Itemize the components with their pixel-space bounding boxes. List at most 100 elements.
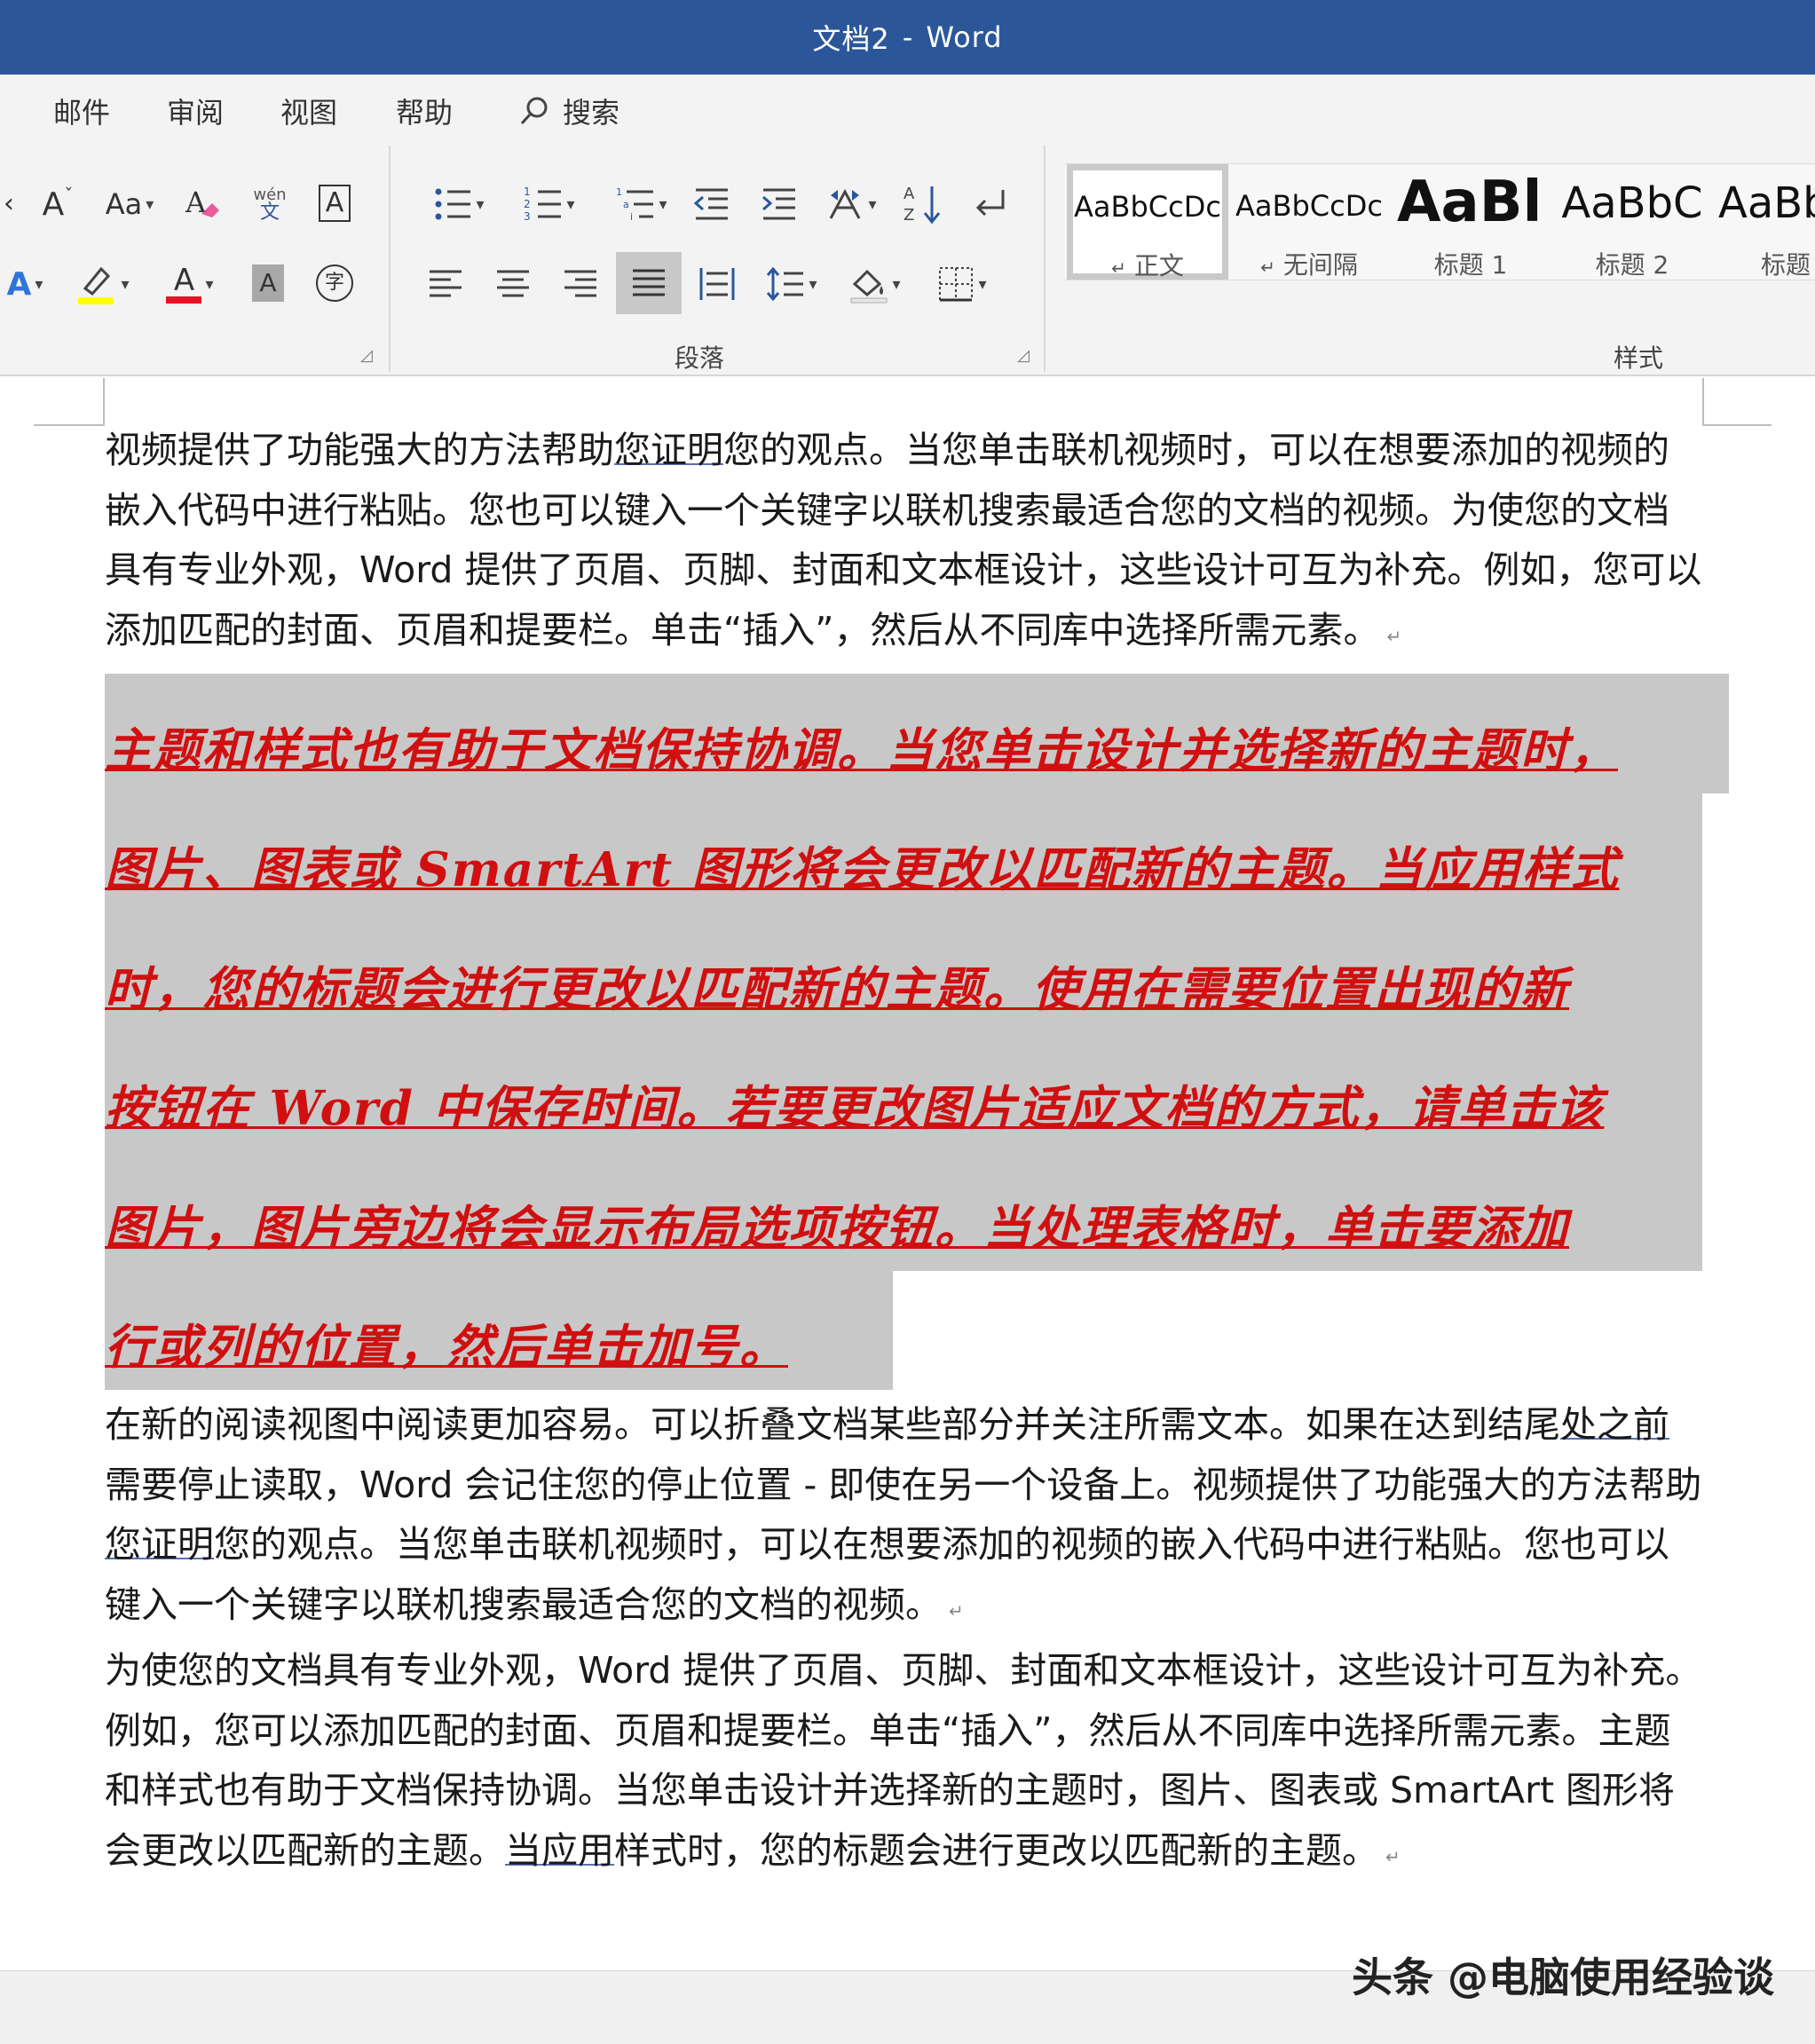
clear-formatting-icon: A [185, 185, 219, 219]
document-area[interactable]: 视频提供了功能强大的方法帮助您证明您的观点。当您单击联机视频时，可以在想要添加的… [0, 376, 1815, 1970]
document-name: 文档2 [812, 22, 890, 56]
style-label: ↵ 正文 [1111, 251, 1184, 280]
search-box[interactable]: 搜索 [518, 91, 619, 131]
bullets-button[interactable]: ▾ [421, 178, 497, 231]
tab-help[interactable]: 帮助 [396, 91, 453, 131]
borders-icon [939, 267, 974, 302]
paragraph-4[interactable]: 为使您的文档具有专业外观，Word 提供了页眉、页脚、封面和文本框设计，这些设计… [105, 1641, 1702, 1887]
app-name: Word [926, 20, 1003, 54]
chevron-down-icon: ▾ [892, 274, 901, 294]
svg-text:3: 3 [524, 210, 531, 223]
align-center-button[interactable] [488, 257, 538, 311]
style-preview: AaBbCcDc [1235, 189, 1383, 223]
paragraph-1[interactable]: 视频提供了功能强大的方法帮助您证明您的观点。当您单击联机视频时，可以在想要添加的… [105, 421, 1702, 667]
phonetic-guide-button[interactable]: wén 文 [245, 178, 295, 231]
character-border-icon: A [318, 185, 351, 222]
justify-button[interactable] [616, 252, 682, 314]
style-preview: AaBbCcDc [1074, 190, 1221, 224]
character-border-button[interactable]: A [312, 181, 357, 225]
line-spacing-button[interactable]: ▾ [756, 257, 827, 311]
align-left-button[interactable] [421, 257, 470, 311]
paragraph-mark-icon [975, 190, 1005, 217]
increase-indent-icon [762, 188, 795, 220]
ribbon-tabs: 邮件 审阅 视图 帮助 搜索 [0, 75, 1815, 146]
sort-icon: AZ [904, 185, 941, 225]
align-right-button[interactable] [556, 257, 605, 311]
chevron-down-icon: ▾ [868, 194, 877, 214]
title-separator: - [902, 20, 914, 54]
align-center-icon [497, 270, 529, 297]
selected-line: 时，您的标题会进行更改以匹配新的主题。使用在需要位置出现的新 [105, 912, 1702, 1032]
decrease-indent-button[interactable] [685, 178, 738, 231]
chevron-down-icon: ▾ [205, 274, 214, 294]
character-shading-icon: A [252, 264, 284, 302]
text-effects-button[interactable]: A ▾ [0, 259, 50, 309]
style-normal[interactable]: AaBbCcDc ↵ 正文 [1067, 164, 1228, 280]
style-label: 标题 1 [1433, 250, 1508, 280]
grow-font-icon: A [42, 185, 65, 223]
selected-line: 图片、图表或 SmartArt 图形将会更改以匹配新的主题。当应用样式 [105, 793, 1702, 912]
paragraph-dialog-launcher-icon[interactable]: ◿ [1017, 346, 1030, 365]
paint-bucket-icon [850, 269, 888, 304]
tab-review[interactable]: 审阅 [167, 91, 224, 131]
highlighter-icon [78, 266, 114, 304]
selected-paragraph[interactable]: 主题和样式也有助于文档保持协调。当您单击设计并选择新的主题时， 图片、图表或 S… [105, 674, 1729, 1390]
tab-mailings[interactable]: 邮件 [53, 91, 110, 131]
style-heading-2[interactable]: AaBbC 标题 2 [1551, 164, 1713, 280]
style-title[interactable]: AaBb 标题 [1713, 164, 1815, 280]
font-dialog-launcher-icon[interactable]: ◿ [360, 346, 373, 365]
chevron-down-icon: ▾ [121, 274, 130, 294]
style-no-spacing[interactable]: AaBbCcDc ↵ 无间隔 [1228, 164, 1390, 280]
multilevel-list-icon: 1ai [616, 186, 654, 223]
multilevel-list-button[interactable]: 1ai ▾ [604, 178, 680, 231]
character-shading-button[interactable]: A [250, 261, 286, 305]
grow-font-button[interactable]: Aˇ [37, 179, 78, 229]
search-icon [520, 97, 548, 125]
enclose-characters-icon: 字 [316, 264, 353, 302]
svg-text:i: i [630, 211, 633, 223]
increase-indent-button[interactable] [753, 178, 806, 231]
svg-text:a: a [623, 199, 629, 210]
sort-button[interactable]: AZ [898, 178, 948, 231]
document-page[interactable]: 视频提供了功能强大的方法帮助您证明您的观点。当您单击联机视频时，可以在想要添加的… [105, 421, 1729, 1887]
style-heading-1[interactable]: AaBl 标题 1 [1390, 164, 1551, 280]
crop-mark-left [34, 378, 105, 426]
styles-group-label: 样式 [1614, 343, 1664, 373]
numbering-button[interactable]: 123 ▾ [511, 178, 588, 231]
clear-formatting-button[interactable]: A [178, 179, 227, 229]
text-effects-icon: A [6, 265, 32, 303]
paragraph-mark: ↵ [1385, 1845, 1401, 1867]
align-left-icon [430, 270, 462, 297]
paragraph-3[interactable]: 在新的阅读视图中阅读更加容易。可以折叠文档某些部分并关注所需文本。如果在达到结尾… [105, 1395, 1702, 1641]
enclose-characters-button[interactable]: 字 [312, 261, 357, 305]
svg-text:Z: Z [904, 206, 914, 225]
crop-mark-right [1702, 378, 1772, 426]
shading-button[interactable]: ▾ [840, 257, 911, 311]
ribbon: 邮件 审阅 视图 帮助 搜索 ‹ Aˇ Aa ▾ A wén 文 A A ▾ ▾… [0, 75, 1815, 376]
svg-text:1: 1 [616, 186, 622, 198]
title-bar: 文档2 - Word [0, 0, 1815, 75]
search-label: 搜索 [563, 96, 620, 130]
font-color-button[interactable]: A ▾ [153, 257, 227, 311]
chevron-down-icon: ▾ [978, 274, 987, 294]
highlight-color-button[interactable]: ▾ [66, 257, 140, 311]
svg-text:1: 1 [524, 185, 531, 198]
chevron-down-icon: ▾ [809, 274, 817, 294]
style-label: 标题 [1761, 250, 1811, 280]
numbered-list-icon: 123 [524, 185, 562, 223]
grammar-squiggle: 您证明 [614, 429, 723, 471]
show-hide-marks-button[interactable] [966, 178, 1015, 231]
style-preview: AaBl [1397, 170, 1543, 235]
chinese-layout-button[interactable]: ▾ [818, 178, 884, 231]
grammar-squiggle: 处之前 [1560, 1403, 1669, 1446]
bullet-list-icon [435, 188, 471, 220]
borders-button[interactable]: ▾ [927, 257, 998, 311]
style-preview: AaBb [1718, 178, 1815, 228]
tab-view[interactable]: 视图 [280, 91, 337, 131]
distributed-button[interactable] [692, 257, 742, 311]
change-case-button[interactable]: Aa ▾ [98, 179, 162, 229]
grammar-squiggle: 当应用 [505, 1828, 614, 1872]
font-size-dropdown-edge[interactable]: ‹ [0, 181, 18, 225]
paragraph-group-label: 段落 [675, 343, 725, 373]
decrease-indent-icon [693, 188, 728, 220]
